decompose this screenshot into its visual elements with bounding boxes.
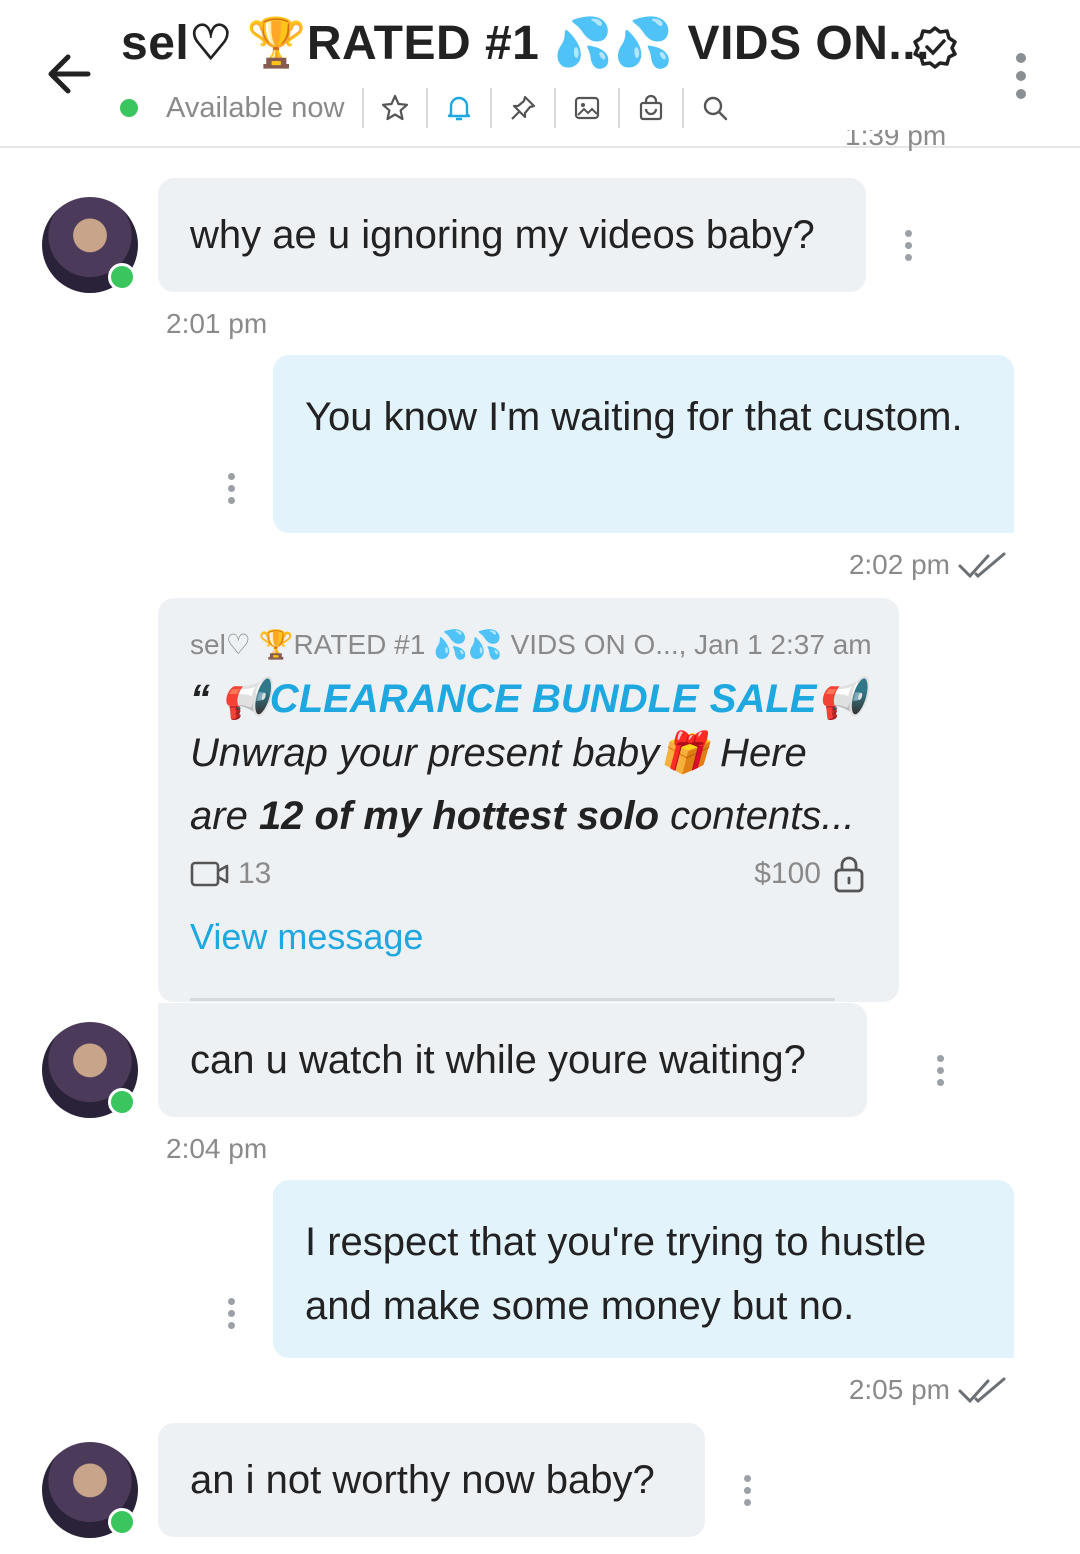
divider — [618, 88, 621, 128]
message-options-icon[interactable] — [225, 1298, 237, 1334]
quoted-line: Unwrap your present baby🎁 Here — [190, 731, 807, 775]
message-text: can u watch it while youre waiting? — [190, 1037, 806, 1082]
star-icon[interactable] — [380, 93, 410, 123]
more-icon[interactable] — [1004, 50, 1038, 102]
avatar[interactable] — [42, 197, 138, 293]
chat-title[interactable]: sel♡ 🏆RATED #1 💦💦 VIDS ON... — [121, 14, 930, 71]
incoming-message[interactable]: an i not worthy now baby? — [158, 1423, 705, 1537]
message-time: 2:04 pm — [166, 1133, 268, 1164]
message-options-icon[interactable] — [902, 230, 914, 266]
divider — [490, 88, 493, 128]
search-icon[interactable] — [700, 93, 730, 123]
message-options-icon[interactable] — [225, 473, 237, 509]
read-checkmarks-icon — [958, 552, 1006, 579]
chat-header: sel♡ 🏆RATED #1 💦💦 VIDS ON... Available n… — [0, 0, 1080, 148]
divider — [682, 88, 685, 128]
availability-status: Available now — [166, 91, 345, 124]
previous-timestamp: 1:39 pm — [845, 130, 947, 151]
message-time: 2:02 pm — [848, 549, 950, 580]
back-arrow-icon[interactable] — [40, 44, 100, 104]
read-checkmarks-icon — [958, 1377, 1006, 1404]
quoted-message[interactable]: sel♡ 🏆RATED #1 💦💦 VIDS ON O..., Jan 1 2:… — [158, 598, 899, 1002]
bell-icon[interactable] — [444, 93, 474, 123]
avatar[interactable] — [42, 1022, 138, 1118]
status-bar: Available now — [120, 86, 746, 130]
message-text: You know I'm waiting for that custom. — [305, 395, 963, 439]
avatar[interactable] — [42, 1442, 138, 1538]
verified-icon — [913, 26, 957, 69]
online-indicator — [108, 1088, 136, 1116]
pin-icon[interactable] — [508, 93, 538, 123]
image-icon[interactable] — [572, 93, 602, 123]
quoted-sender: sel♡ 🏆RATED #1 💦💦 VIDS ON O..., Jan 1 2:… — [190, 629, 872, 660]
divider — [190, 998, 835, 1001]
outgoing-message[interactable]: I respect that you're trying to hustle a… — [273, 1180, 1014, 1358]
message-time: 2:01 pm — [166, 308, 268, 339]
online-indicator — [120, 99, 138, 117]
quoted-headline: “📢CLEARANCE BUNDLE SALE📢 — [190, 677, 867, 721]
divider — [362, 88, 365, 128]
message-text: an i not worthy now baby? — [190, 1457, 655, 1502]
quoted-meta: 13 $100 — [190, 854, 867, 894]
divider — [554, 88, 557, 128]
quoted-line: are 12 of my hottest solo contents... — [190, 794, 855, 838]
lock-icon — [834, 856, 864, 893]
price: $100 — [754, 857, 821, 890]
message-time: 2:05 pm — [848, 1374, 950, 1405]
message-text: why ae u ignoring my videos baby? — [190, 212, 815, 257]
online-indicator — [108, 263, 136, 291]
divider — [426, 88, 429, 128]
view-message-link[interactable]: View message — [190, 916, 867, 958]
outgoing-message[interactable]: You know I'm waiting for that custom. — [273, 355, 1014, 533]
online-indicator — [108, 1508, 136, 1536]
incoming-message[interactable]: why ae u ignoring my videos baby? — [158, 178, 866, 292]
bag-icon[interactable] — [636, 93, 666, 123]
incoming-message[interactable]: can u watch it while youre waiting? — [158, 1003, 867, 1117]
media-count: 13 — [238, 857, 272, 890]
message-options-icon[interactable] — [934, 1055, 946, 1091]
message-text: I respect that you're trying to hustle a… — [305, 1220, 927, 1328]
video-icon — [190, 861, 229, 887]
message-options-icon[interactable] — [741, 1475, 753, 1511]
